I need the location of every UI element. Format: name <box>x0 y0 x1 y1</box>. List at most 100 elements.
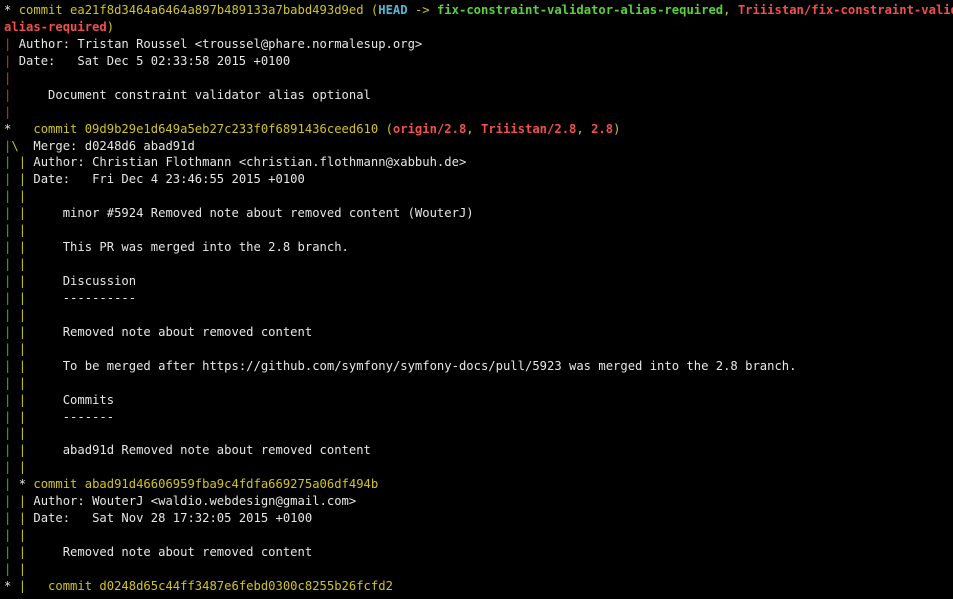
graph-glyph: | <box>18 545 34 559</box>
remote-branch-ref: 2.8 <box>591 121 614 136</box>
graph-glyph: | <box>4 36 19 51</box>
graph-glyph: | <box>18 460 27 475</box>
log-line: | | Removed note about removed content <box>4 544 953 561</box>
log-line: | | Date: Sat Nov 28 17:32:05 2015 +0100 <box>4 510 953 527</box>
graph-glyph: | <box>18 443 34 458</box>
head-ref: HEAD <box>378 3 408 17</box>
log-line: | | Discussion <box>4 273 953 290</box>
graph-glyph: | <box>18 189 27 204</box>
graph-glyph: * <box>4 578 19 593</box>
log-line: | | Author: Christian Flothmann <christi… <box>4 154 953 171</box>
graph-glyph: | <box>4 53 19 68</box>
graph-glyph: | <box>4 257 19 272</box>
terminal-window[interactable]: * commit ea21f8d3464a6464a897b489133a7ba… <box>0 0 953 599</box>
graph-glyph: | <box>4 189 19 204</box>
log-line: | Document constraint validator alias op… <box>4 87 953 104</box>
graph-glyph: | <box>4 290 19 305</box>
log-line: | | <box>4 188 953 205</box>
graph-glyph: | <box>4 409 19 424</box>
log-line: | Date: Sat Dec 5 02:33:58 2015 +0100 <box>4 53 953 70</box>
log-text: ------- <box>33 409 115 424</box>
graph-glyph: | <box>4 307 19 322</box>
graph-glyph: * <box>18 477 34 492</box>
graph-glyph: | <box>18 324 34 339</box>
graph-glyph: | <box>4 528 19 543</box>
graph-glyph: | <box>4 426 19 441</box>
graph-glyph: | <box>18 290 34 305</box>
log-line: | | <box>4 561 953 578</box>
remote-branch-ref: Triiistan/2.8 <box>480 121 577 136</box>
log-line: | | <box>4 375 953 392</box>
log-line: | | <box>4 425 953 442</box>
graph-glyph: | <box>18 223 27 238</box>
commit-ref: commit 09d9b29e1d649a5eb27c233f0f6891436… <box>33 121 379 136</box>
log-line: | | Date: Fri Dec 4 23:46:55 2015 +0100 <box>4 171 953 188</box>
graph-glyph: * <box>4 121 34 136</box>
log-line: | | <box>4 256 953 273</box>
graph-glyph: | <box>4 172 19 187</box>
graph-glyph: | <box>18 358 34 373</box>
commit-ref: commit d0248d65c44ff3487e6febd0300c8255b… <box>33 578 393 593</box>
graph-glyph: | <box>18 511 34 526</box>
graph-glyph: | <box>18 206 34 221</box>
log-line: | | Author: WouterJ <waldio.webdesign@gm… <box>4 493 953 510</box>
graph-glyph: \ <box>11 138 27 153</box>
graph-glyph: | <box>18 528 27 543</box>
log-line: * commit ea21f8d3464a6464a897b489133a7ba… <box>4 2 953 19</box>
log-text: Date: Sat Dec 5 02:33:58 2015 +0100 <box>18 53 291 68</box>
commit-ref: commit abad91d46606959fba9c4fdfa669275a0… <box>33 477 379 492</box>
graph-glyph: | <box>18 257 27 272</box>
log-line: | | <box>4 459 953 476</box>
graph-glyph: | <box>4 375 19 390</box>
log-text: Merge: d0248d6 abad91d <box>26 138 195 153</box>
graph-glyph: | <box>4 70 12 85</box>
commit-ref: ( <box>378 121 393 136</box>
log-text: Discussion <box>33 274 137 288</box>
log-line: | | ------- <box>4 409 953 426</box>
graph-glyph: | <box>4 545 19 559</box>
log-line: | | abad91d Removed note about removed c… <box>4 442 953 459</box>
graph-glyph: | <box>4 155 19 170</box>
graph-glyph: | <box>18 409 34 424</box>
git-log-output: * commit ea21f8d3464a6464a897b489133a7ba… <box>4 2 953 595</box>
graph-glyph: | <box>4 87 19 102</box>
graph-glyph: | <box>18 578 34 593</box>
graph-glyph: | <box>4 358 19 373</box>
commit-ref: ) <box>106 19 115 34</box>
graph-glyph: | <box>18 392 34 407</box>
log-line: | <box>4 104 953 121</box>
log-line: | | This PR was merged into the 2.8 bran… <box>4 239 953 256</box>
graph-glyph: | <box>4 104 12 119</box>
graph-glyph: | <box>4 477 19 492</box>
log-text: To be merged after https://github.com/sy… <box>33 358 797 373</box>
graph-glyph: | <box>4 206 19 221</box>
remote-branch-ref: Triiistan/fix-constraint-validator- <box>737 3 953 17</box>
log-line: | | To be merged after https://github.co… <box>4 358 953 375</box>
log-text: Author: Christian Flothmann <christian.f… <box>33 155 467 170</box>
log-line: |\ Merge: d0248d6 abad91d <box>4 138 953 155</box>
graph-glyph: | <box>4 443 19 458</box>
log-line: * | commit d0248d65c44ff3487e6febd0300c8… <box>4 578 953 595</box>
graph-glyph: | <box>18 307 27 322</box>
log-text: Document constraint validator alias opti… <box>18 87 371 102</box>
log-line: | | Removed note about removed content <box>4 324 953 341</box>
log-line: | | minor #5924 Removed note about remov… <box>4 205 953 222</box>
commit-ref: , <box>576 121 592 136</box>
graph-glyph: | <box>18 375 27 390</box>
log-text: Date: Fri Dec 4 23:46:55 2015 +0100 <box>33 172 305 187</box>
graph-glyph: | <box>4 494 19 509</box>
graph-glyph: | <box>4 274 19 288</box>
log-text: ---------- <box>33 290 137 305</box>
log-line: | * commit abad91d46606959fba9c4fdfa6692… <box>4 476 953 493</box>
graph-glyph: | <box>4 341 19 356</box>
log-text: abad91d Removed note about removed conte… <box>33 443 371 458</box>
graph-glyph: | <box>18 172 34 187</box>
graph-glyph: | <box>4 561 19 576</box>
log-text: Removed note about removed content <box>33 545 313 559</box>
commit-ref: commit ea21f8d3464a6464a897b489133a7babd… <box>18 3 364 17</box>
graph-glyph: | <box>4 223 19 238</box>
log-text: Removed note about removed content <box>33 324 313 339</box>
log-line: | Author: Tristan Roussel <troussel@phar… <box>4 36 953 53</box>
commit-ref: -> <box>407 3 437 17</box>
graph-glyph: * <box>4 3 19 17</box>
